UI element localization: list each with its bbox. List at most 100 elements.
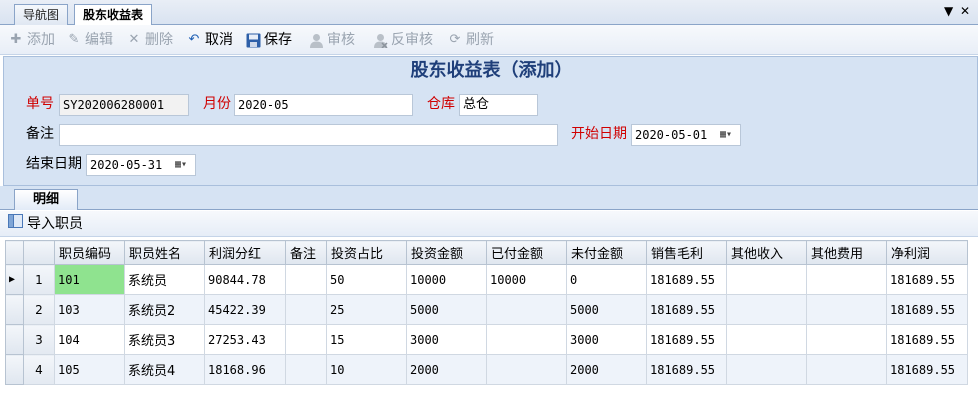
cell-gross[interactable]: 181689.55: [646, 294, 727, 325]
table-row[interactable]: 3 104 系统员3 27253.43 15 3000 3000 181689.…: [5, 324, 968, 355]
cell-invest[interactable]: 10000: [406, 264, 487, 295]
cell-dividend[interactable]: 27253.43: [204, 324, 286, 355]
cell-dividend[interactable]: 45422.39: [204, 294, 286, 325]
warehouse-field[interactable]: 总仓: [459, 94, 538, 116]
import-staff-button[interactable]: 导入职员: [8, 214, 83, 234]
order-no-field[interactable]: SY202006280001: [59, 94, 189, 116]
cell-code[interactable]: 101: [54, 264, 125, 295]
cell-name[interactable]: 系统员: [124, 264, 205, 295]
column-header[interactable]: 未付金额: [566, 240, 647, 265]
cell-unpaid[interactable]: 0: [566, 264, 647, 295]
column-header[interactable]: 利润分红: [204, 240, 286, 265]
cell-paid[interactable]: 10000: [486, 264, 567, 295]
cell-ratio[interactable]: 50: [326, 264, 407, 295]
cell-dividend[interactable]: 18168.96: [204, 354, 286, 385]
cell-paid[interactable]: [486, 324, 567, 355]
table-row[interactable]: ▶ 1 101 系统员 90844.78 50 10000 10000 0 18…: [5, 264, 968, 295]
column-header[interactable]: 其他收入: [726, 240, 807, 265]
column-header[interactable]: 备注: [285, 240, 327, 265]
cell-code[interactable]: 104: [54, 324, 125, 355]
cell-other-fee[interactable]: [806, 324, 887, 355]
cell-other-income[interactable]: [726, 294, 807, 325]
cell-unpaid[interactable]: 2000: [566, 354, 647, 385]
column-header[interactable]: 职员编码: [54, 240, 125, 265]
cell-gross[interactable]: 181689.55: [646, 324, 727, 355]
cell-invest[interactable]: 3000: [406, 324, 487, 355]
column-header[interactable]: 投资占比: [326, 240, 407, 265]
cell-net[interactable]: 181689.55: [886, 294, 968, 325]
delete-button[interactable]: ✕ 删除: [126, 30, 173, 50]
unaudit-button[interactable]: 反审核: [372, 30, 433, 50]
add-button[interactable]: ✚ 添加: [8, 30, 55, 50]
column-header[interactable]: 销售毛利: [646, 240, 727, 265]
cell-unpaid[interactable]: 5000: [566, 294, 647, 325]
row-number-header: [23, 240, 55, 265]
cell-invest[interactable]: 2000: [406, 354, 487, 385]
cell-other-income[interactable]: [726, 324, 807, 355]
pencil-icon: ✎: [68, 32, 80, 47]
cell-gross[interactable]: 181689.55: [646, 264, 727, 295]
tab-shareholder-income[interactable]: 股东收益表: [74, 4, 153, 26]
warehouse-label: 仓库: [427, 96, 455, 112]
calendar-dropdown-icon[interactable]: ▦▾: [720, 129, 736, 141]
row-indicator: [5, 354, 24, 385]
row-number: 4: [23, 354, 55, 385]
audit-button[interactable]: 审核: [308, 30, 355, 50]
cell-ratio[interactable]: 15: [326, 324, 407, 355]
cell-remark[interactable]: [285, 324, 327, 355]
start-date-picker[interactable]: 2020-05-01 ▦▾: [631, 124, 741, 146]
cell-net[interactable]: 181689.55: [886, 264, 968, 295]
end-date-label: 结束日期: [26, 156, 82, 172]
remark-field[interactable]: [59, 124, 558, 146]
cell-ratio[interactable]: 10: [326, 354, 407, 385]
cancel-button[interactable]: ↶ 取消: [186, 30, 233, 50]
cell-other-income[interactable]: [726, 264, 807, 295]
cell-unpaid[interactable]: 3000: [566, 324, 647, 355]
cell-code[interactable]: 103: [54, 294, 125, 325]
cell-gross[interactable]: 181689.55: [646, 354, 727, 385]
save-button[interactable]: 保存: [245, 30, 292, 50]
tab-detail[interactable]: 明细: [14, 189, 78, 210]
cell-paid[interactable]: [486, 294, 567, 325]
edit-button[interactable]: ✎ 编辑: [66, 30, 113, 50]
month-field[interactable]: 2020-05: [234, 94, 413, 116]
column-header[interactable]: 其他费用: [806, 240, 887, 265]
cell-remark[interactable]: [285, 354, 327, 385]
cell-code[interactable]: 105: [54, 354, 125, 385]
cell-invest[interactable]: 5000: [406, 294, 487, 325]
cell-name[interactable]: 系统员4: [124, 354, 205, 385]
import-icon: [8, 214, 23, 234]
cell-other-fee[interactable]: [806, 264, 887, 295]
table-row[interactable]: 2 103 系统员2 45422.39 25 5000 5000 181689.…: [5, 294, 968, 325]
refresh-button[interactable]: ⟳ 刷新: [447, 30, 494, 50]
row-number: 2: [23, 294, 55, 325]
end-date-picker[interactable]: 2020-05-31 ▦▾: [86, 154, 196, 176]
cell-net[interactable]: 181689.55: [886, 354, 968, 385]
cell-name[interactable]: 系统员3: [124, 324, 205, 355]
cell-other-fee[interactable]: [806, 354, 887, 385]
cell-net[interactable]: 181689.55: [886, 324, 968, 355]
cell-ratio[interactable]: 25: [326, 294, 407, 325]
column-header[interactable]: 净利润: [886, 240, 968, 265]
table-row[interactable]: 4 105 系统员4 18168.96 10 2000 2000 181689.…: [5, 354, 968, 385]
calendar-dropdown-icon[interactable]: ▦▾: [175, 159, 191, 171]
cell-remark[interactable]: [285, 264, 327, 295]
column-header[interactable]: 职员姓名: [124, 240, 205, 265]
tab-list-dropdown-icon[interactable]: ▼: [944, 4, 953, 18]
import-staff-label: 导入职员: [27, 216, 83, 232]
column-header[interactable]: 已付金额: [486, 240, 567, 265]
delete-button-label: 删除: [145, 32, 173, 48]
refresh-icon: ⟳: [449, 32, 461, 47]
cell-other-fee[interactable]: [806, 294, 887, 325]
column-header[interactable]: 投资金额: [406, 240, 487, 265]
cell-remark[interactable]: [285, 294, 327, 325]
cross-icon: ✕: [128, 32, 140, 47]
cell-other-income[interactable]: [726, 354, 807, 385]
cell-paid[interactable]: [486, 354, 567, 385]
audit-button-label: 审核: [327, 32, 355, 48]
cell-name[interactable]: 系统员2: [124, 294, 205, 325]
close-tab-icon[interactable]: ✕: [960, 4, 970, 18]
tab-navigation-map[interactable]: 导航图: [14, 4, 69, 25]
unaudit-button-label: 反审核: [391, 32, 433, 48]
cell-dividend[interactable]: 90844.78: [204, 264, 286, 295]
